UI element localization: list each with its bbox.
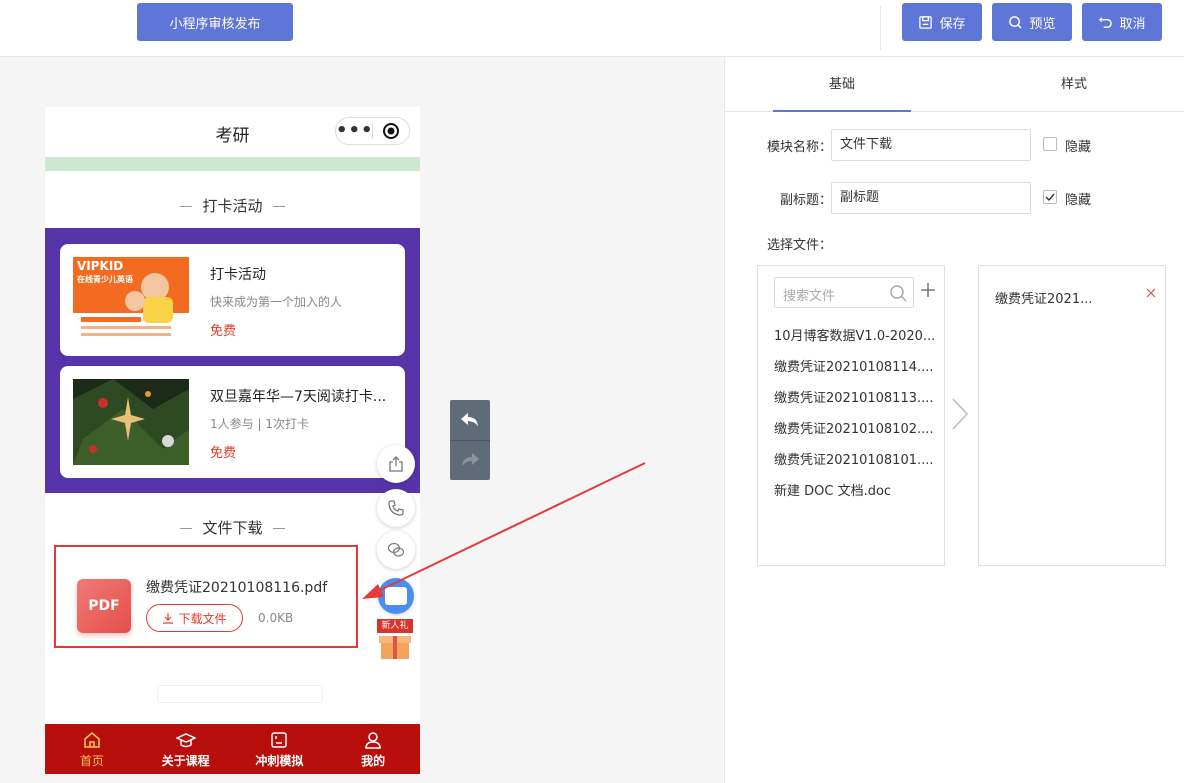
phone-icon [388, 500, 404, 516]
home-icon [84, 731, 100, 748]
tab-label: 关于课程 [161, 753, 210, 768]
tab-about-course[interactable]: 关于课程 [139, 724, 233, 774]
graduation-cap-icon [175, 732, 196, 747]
subtitle-input[interactable]: 副标题 [831, 182, 1031, 214]
card-price: 免费 [210, 324, 237, 339]
save-icon [919, 15, 933, 29]
settings-panel: 基础 样式 模块名称： 文件下载 隐藏 副标题： 副标题 隐藏 选择文件： 搜索… [724, 57, 1184, 783]
history-controls [450, 400, 490, 480]
tab-basic[interactable]: 基础 [773, 57, 911, 112]
phone-call-button[interactable] [377, 489, 415, 527]
download-file-button[interactable]: 下载文件 [146, 604, 243, 632]
file-name: 缴费凭证20210108116.pdf [146, 580, 328, 596]
add-file-icon[interactable] [920, 282, 936, 298]
tab-sprint-exam[interactable]: 冲刺模拟 [233, 724, 327, 774]
close-target-icon[interactable] [373, 122, 409, 140]
tab-mine[interactable]: 我的 [326, 724, 420, 774]
file-list-item[interactable]: 缴费凭证20210108101.... [774, 449, 939, 468]
banner-strip [45, 157, 420, 171]
file-list-item[interactable]: 缴费凭证20210108102.... [774, 418, 939, 437]
file-search-field[interactable]: 搜索文件 [774, 277, 914, 308]
remove-icon[interactable] [1145, 287, 1157, 299]
card-title: 打卡活动 [210, 267, 266, 283]
pdf-file-icon: PDF [77, 579, 131, 633]
file-download-item: PDF 缴费凭证20210108116.pdf 下载文件 0.0KB [54, 545, 358, 648]
phone-preview: 考研 ••• 打卡活动 VIPKID 在线青少儿英语 打卡活动 快来成为第一个加… [45, 107, 420, 774]
new-user-gift-button[interactable]: 新人礼 [377, 619, 413, 661]
card-title: 双旦嘉年华—7天阅读打卡... [210, 389, 387, 405]
preview-button[interactable]: 预览 [992, 3, 1072, 41]
bottom-tabbar: 首页 关于课程 冲刺模拟 我的 [45, 724, 420, 774]
module-hide-label: 隐藏 [1065, 140, 1092, 155]
top-toolbar: 小程序审核发布 保存 预览 取消 [0, 0, 1184, 57]
tab-home[interactable]: 首页 [45, 724, 139, 774]
file-search-input[interactable]: 搜索文件 [783, 285, 835, 304]
checkin-card[interactable]: VIPKID 在线青少儿英语 打卡活动 快来成为第一个加入的人 免费 [60, 244, 405, 356]
selected-file-item: 缴费凭证2021... [995, 292, 1093, 307]
card-price: 免费 [210, 446, 237, 461]
miniprogram-capsule[interactable]: ••• [335, 117, 410, 145]
module-hide-checkbox[interactable] [1043, 137, 1057, 151]
christmas-cover-image [73, 379, 189, 465]
tab-style[interactable]: 样式 [1005, 57, 1143, 112]
more-icon[interactable]: ••• [336, 118, 373, 144]
chevron-right-icon [952, 398, 969, 430]
redo-button[interactable] [450, 440, 490, 480]
subtitle-hide-checkbox[interactable] [1043, 190, 1057, 204]
user-icon [365, 731, 381, 749]
checkmark-icon [1045, 193, 1055, 202]
footer-placeholder-box [157, 685, 323, 703]
customer-service-button[interactable] [378, 578, 414, 614]
file-size: 0.0KB [258, 611, 294, 625]
phone-navbar: 考研 ••• [45, 107, 420, 157]
subtitle-label: 副标题： [780, 193, 833, 208]
module-name-label: 模块名称： [767, 140, 833, 155]
vipkid-cover-image: VIPKID 在线青少儿英语 [73, 257, 189, 343]
tab-label: 我的 [361, 753, 386, 768]
exam-icon [271, 731, 288, 748]
search-icon [1009, 15, 1023, 29]
subtitle-hide-label: 隐藏 [1065, 193, 1092, 208]
share-icon [389, 456, 403, 472]
chat-icon [385, 587, 407, 605]
checkin-card[interactable]: 双旦嘉年华—7天阅读打卡... 1人参与 | 1次打卡 免费 [60, 366, 405, 478]
file-source-list: 搜索文件 10月博客数据V1.0-2020... 缴费凭证20210108114… [757, 265, 945, 566]
toolbar-divider [880, 6, 881, 50]
cancel-button[interactable]: 取消 [1082, 3, 1162, 41]
share-button[interactable] [377, 445, 415, 483]
select-files-label: 选择文件： [767, 238, 833, 253]
undo-arrow-icon [461, 413, 478, 426]
cover-subtitle-text: 在线青少儿英语 [77, 275, 133, 284]
file-list-item[interactable]: 新建 DOC 文档.doc [774, 480, 939, 499]
cover-brand-text: VIPKID [77, 259, 124, 273]
checkin-section-title: 打卡活动 [45, 195, 420, 216]
selected-files-list: 缴费凭证2021... [978, 265, 1166, 566]
undo-button[interactable] [450, 400, 490, 440]
wechat-button[interactable] [377, 531, 415, 569]
save-button[interactable]: 保存 [902, 3, 982, 41]
module-name-input[interactable]: 文件下载 [831, 129, 1031, 161]
undo-icon [1099, 16, 1113, 28]
download-icon [163, 613, 174, 624]
card-subtitle: 快来成为第一个加入的人 [210, 295, 343, 309]
cancel-label: 取消 [1119, 16, 1146, 32]
publish-miniprogram-button[interactable]: 小程序审核发布 [137, 3, 293, 41]
wechat-icon [387, 542, 405, 557]
file-list-item[interactable]: 缴费凭证20210108113.... [774, 387, 939, 406]
preview-label: 预览 [1029, 16, 1056, 32]
redo-arrow-icon [462, 453, 479, 466]
save-label: 保存 [939, 16, 966, 32]
tab-label: 首页 [79, 753, 104, 768]
file-section-title: 文件下载 [45, 517, 420, 538]
card-subtitle: 1人参与 | 1次打卡 [210, 417, 309, 431]
download-label: 下载文件 [178, 611, 227, 626]
panel-tabs: 基础 样式 [725, 57, 1184, 112]
search-icon[interactable] [889, 284, 907, 302]
file-list-item[interactable]: 缴费凭证20210108114.... [774, 356, 939, 375]
gift-icon [379, 636, 411, 659]
tab-label: 冲刺模拟 [255, 753, 304, 768]
publish-label: 小程序审核发布 [169, 16, 261, 32]
file-list-item[interactable]: 10月博客数据V1.0-2020... [774, 325, 939, 344]
